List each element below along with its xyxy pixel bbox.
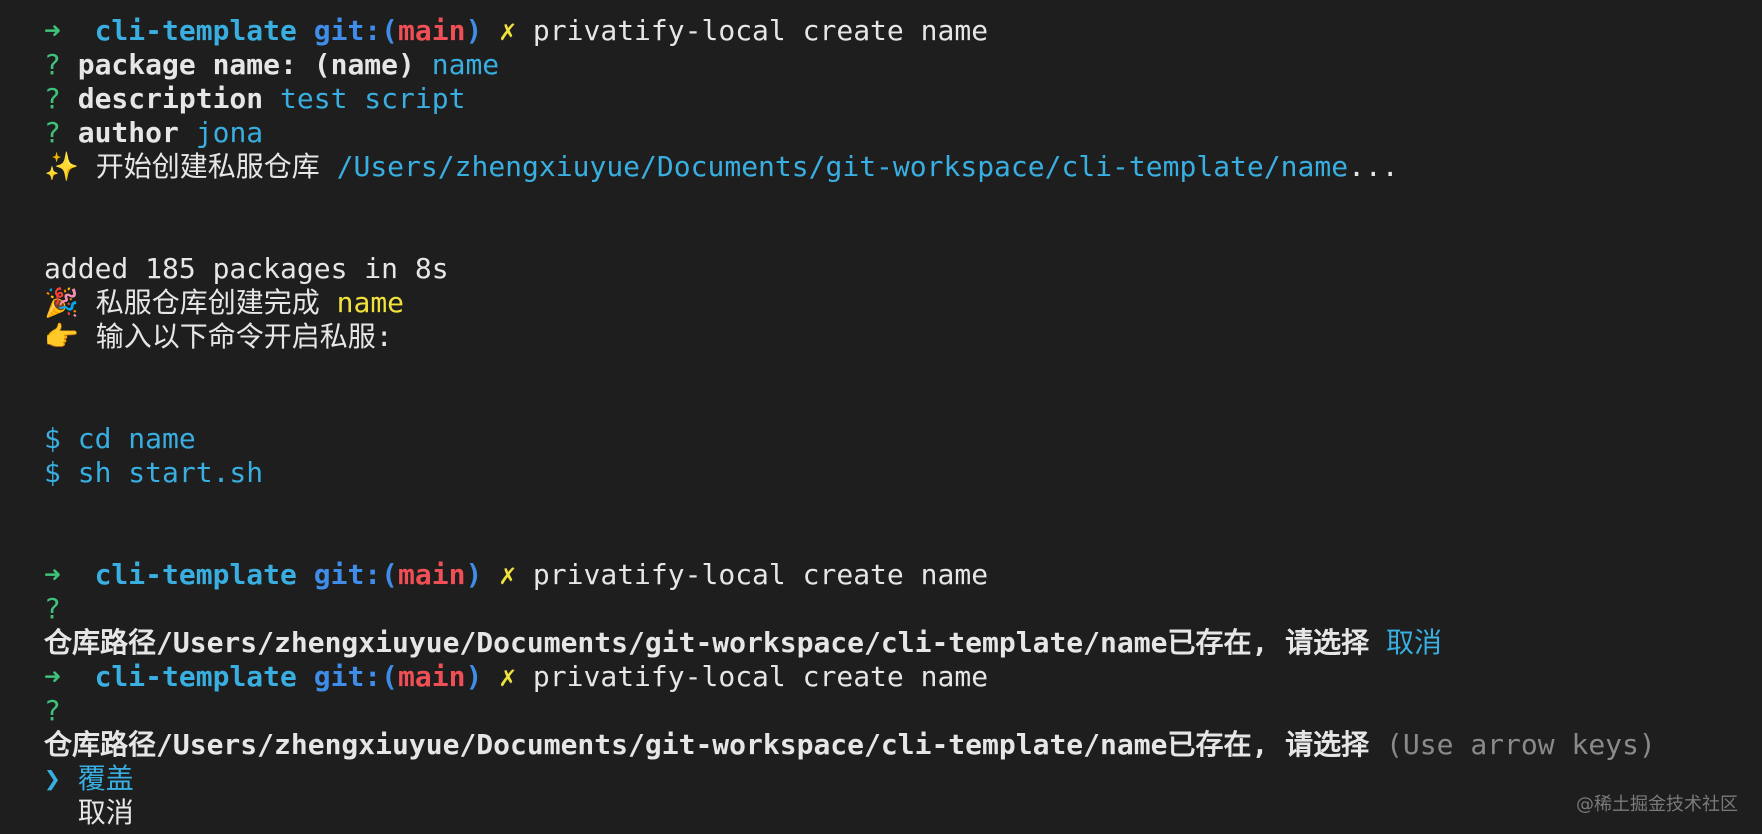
sparkles-icon: ✨ xyxy=(44,150,79,183)
question-answer: test script xyxy=(280,82,466,115)
dollar-prefix: $ xyxy=(44,422,61,455)
pointer-icon: ❯ xyxy=(44,762,61,795)
option-label: 覆盖 xyxy=(77,762,134,795)
hint-text: 输入以下命令开启私服: xyxy=(95,320,393,353)
dollar-prefix: $ xyxy=(44,456,61,489)
creating-text: 开始创建私服仓库 xyxy=(95,150,320,183)
question-mark: ? xyxy=(44,48,61,81)
select-option-overwrite[interactable]: ❯ 覆盖 xyxy=(44,762,1762,796)
prompt-git-open: git:( xyxy=(313,558,399,591)
question-answer: name xyxy=(431,48,500,81)
prompt-git-close: ) xyxy=(465,558,483,591)
prompt-dirty-icon: ✗ xyxy=(499,558,517,591)
overwrite-question: 仓库路径/Users/zhengxiuyue/Documents/git-wor… xyxy=(44,728,1762,762)
prompt-arrow-icon: ➜ xyxy=(44,660,61,693)
terminal-window[interactable]: ➜ cli-template git:(main) ✗ privatify-lo… xyxy=(0,0,1762,834)
prompt-arrow-icon: ➜ xyxy=(44,14,61,47)
question-mark: ? xyxy=(44,82,61,115)
creating-line: ✨ 开始创建私服仓库 /Users/zhengxiuyue/Documents/… xyxy=(44,150,1762,184)
question-text: 仓库路径/Users/zhengxiuyue/Documents/git-wor… xyxy=(44,626,1370,659)
party-popper-icon: 🎉 xyxy=(44,286,79,319)
prompt-arrow-icon: ➜ xyxy=(44,558,61,591)
prompt-line: ➜ cli-template git:(main) ✗ privatify-lo… xyxy=(44,14,1762,48)
done-text: 私服仓库创建完成 xyxy=(95,286,320,319)
question-mark-line: ? xyxy=(44,592,61,625)
prompt-dir: cli-template xyxy=(94,558,297,591)
prompt-command: privatify-local create name xyxy=(532,14,989,47)
watermark: @稀土掘金技术社区 xyxy=(1576,794,1738,815)
command-line-start: $ sh start.sh xyxy=(44,456,1762,490)
prompt-line: ➜ cli-template git:(main) ✗ privatify-lo… xyxy=(44,558,1762,592)
question-mark-line: ? xyxy=(44,694,61,727)
question-description: ? description test script xyxy=(44,82,1762,116)
question-answer: jona xyxy=(195,116,264,149)
command-text: sh start.sh xyxy=(77,456,264,489)
command-line-cd: $ cd name xyxy=(44,422,1762,456)
prompt-branch: main xyxy=(398,14,466,47)
arrow-keys-hint: (Use arrow keys) xyxy=(1386,728,1656,761)
option-label: 取消 xyxy=(77,796,134,829)
prompt-dir: cli-template xyxy=(94,660,297,693)
question-label: description xyxy=(77,82,264,115)
question-mark: ? xyxy=(44,116,61,149)
overwrite-question: 仓库路径/Users/zhengxiuyue/Documents/git-wor… xyxy=(44,626,1762,660)
done-name: name xyxy=(336,286,405,319)
question-label: package name: (name) xyxy=(77,48,415,81)
done-line: 🎉 私服仓库创建完成 name xyxy=(44,286,1762,320)
prompt-command: privatify-local create name xyxy=(532,558,989,591)
prompt-branch: main xyxy=(398,660,466,693)
question-text: 仓库路径/Users/zhengxiuyue/Documents/git-wor… xyxy=(44,728,1370,761)
prompt-git-open: git:( xyxy=(313,660,399,693)
select-option-cancel[interactable]: 取消 xyxy=(44,796,1762,830)
npm-added-line: added 185 packages in 8s xyxy=(44,252,449,285)
prompt-branch: main xyxy=(398,558,466,591)
question-author: ? author jona xyxy=(44,116,1762,150)
prompt-dir: cli-template xyxy=(94,14,297,47)
prompt-git-close: ) xyxy=(465,14,483,47)
prompt-dirty-icon: ✗ xyxy=(499,14,517,47)
question-package-name: ? package name: (name) name xyxy=(44,48,1762,82)
pointing-hand-icon: 👉 xyxy=(44,320,79,353)
creating-ellipsis: ... xyxy=(1348,150,1399,183)
prompt-line: ➜ cli-template git:(main) ✗ privatify-lo… xyxy=(44,660,1762,694)
hint-line: 👉 输入以下命令开启私服: xyxy=(44,320,1762,354)
prompt-git-close: ) xyxy=(465,660,483,693)
prompt-command: privatify-local create name xyxy=(532,660,989,693)
question-label: author xyxy=(77,116,179,149)
command-text: cd name xyxy=(77,422,196,455)
creating-path: /Users/zhengxiuyue/Documents/git-workspa… xyxy=(336,150,1349,183)
prompt-git-open: git:( xyxy=(313,14,399,47)
prompt-dirty-icon: ✗ xyxy=(499,660,517,693)
question-answer: 取消 xyxy=(1386,626,1443,659)
